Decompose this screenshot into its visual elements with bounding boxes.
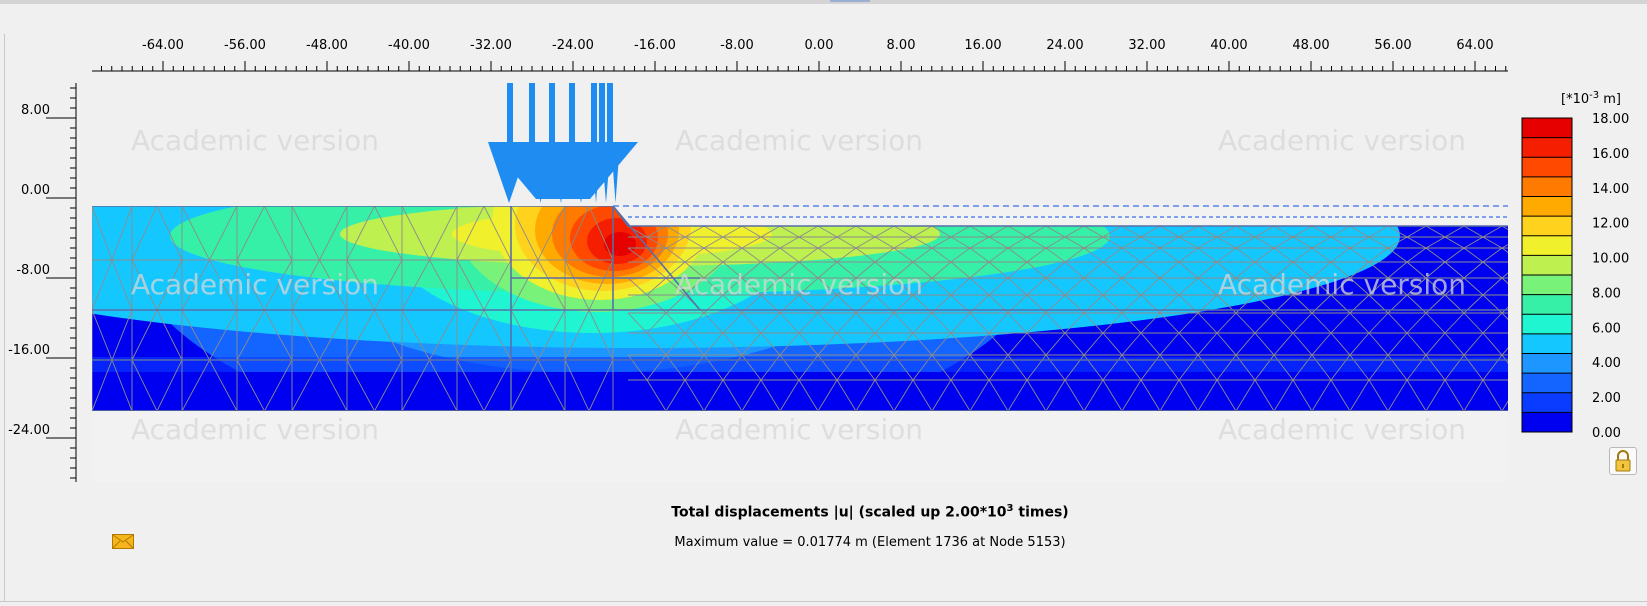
legend-label: 8.00 (1592, 286, 1621, 301)
legend-label: 14.00 (1592, 182, 1629, 197)
x-tick-label: 40.00 (1210, 38, 1247, 53)
watermark-text: Academic version (675, 413, 923, 446)
legend-swatch (1522, 235, 1572, 256)
x-tick-label: -64.00 (142, 38, 184, 53)
legend-swatch (1522, 216, 1572, 237)
x-tick-label: 16.00 (964, 38, 1001, 53)
y-tick-label: -24.00 (8, 423, 50, 438)
x-tick-label: 48.00 (1292, 38, 1329, 53)
load-stem (607, 83, 613, 143)
y-tick-label: 8.00 (21, 103, 50, 118)
load-stem (549, 83, 555, 143)
load-stem (529, 83, 535, 143)
x-tick-label: -16.00 (634, 38, 676, 53)
watermark-text: Academic version (131, 268, 379, 301)
x-tick-label: -40.00 (388, 38, 430, 53)
watermark-text: Academic version (1218, 413, 1466, 446)
legend-swatch (1522, 137, 1572, 158)
color-legend: [*10-3 m] 18.00 16.00 14.00 12.00 10.00 8.00 6… (1521, 90, 1629, 441)
watermark-text: Academic version (131, 413, 379, 446)
legend-swatch (1522, 392, 1572, 413)
legend-swatch (1522, 412, 1572, 433)
maximum-value-text: Maximum value = 0.01774 m (Element 1736 … (674, 535, 1066, 550)
envelope-icon[interactable] (112, 534, 134, 549)
legend-swatch (1522, 118, 1572, 139)
x-tick-label: -56.00 (224, 38, 266, 53)
watermark-text: Academic version (675, 268, 923, 301)
x-tick-label: -8.00 (720, 38, 754, 53)
lock-icon[interactable] (1609, 447, 1637, 475)
load-arrow-head (611, 142, 620, 203)
legend-label: 2.00 (1592, 391, 1621, 406)
legend-label: 18.00 (1592, 112, 1629, 127)
legend-swatch (1522, 353, 1572, 374)
legend-swatch (1522, 294, 1572, 315)
y-axis: 8.00 0.00 -8.00 -16.00 -24.00 (8, 83, 77, 482)
x-axis: -64.00 -56.00 -48.00 -40.00 -32.00 -24.00 -16.… (92, 38, 1508, 72)
legend-swatch (1522, 314, 1572, 335)
x-tick-label: 64.00 (1456, 38, 1493, 53)
plot-title: Total displacements |u| (scaled up 2.00*… (671, 503, 1069, 521)
load-stem (569, 83, 575, 143)
x-tick-label: -32.00 (470, 38, 512, 53)
contour-band (604, 232, 636, 256)
watermark-text: Academic version (1218, 268, 1466, 301)
legend-unit-label: [*10-3 m] (1561, 90, 1621, 107)
load-stem (591, 83, 597, 143)
legend-swatch (1522, 255, 1572, 276)
legend-label: 4.00 (1592, 356, 1621, 371)
x-tick-label: 56.00 (1374, 38, 1411, 53)
load-stem (599, 83, 605, 143)
x-tick-label: 8.00 (887, 38, 916, 53)
legend-label: 12.00 (1592, 217, 1629, 232)
watermark-text: Academic version (1218, 124, 1466, 157)
legend-label: 10.00 (1592, 252, 1629, 267)
contour-band (92, 372, 1508, 411)
legend-swatch (1522, 275, 1572, 296)
legend-swatch (1522, 176, 1572, 197)
distributed-load[interactable] (488, 83, 638, 203)
x-tick-label: 24.00 (1046, 38, 1083, 53)
legend-label: 6.00 (1592, 321, 1621, 336)
x-tick-label: -48.00 (306, 38, 348, 53)
legend-swatch (1522, 157, 1572, 178)
padlock-glyph (1615, 450, 1631, 472)
y-tick-label: 0.00 (21, 183, 50, 198)
x-tick-label: 0.00 (805, 38, 834, 53)
y-tick-label: -8.00 (16, 263, 50, 278)
y-tick-label: -16.00 (8, 343, 50, 358)
excavation-void (613, 206, 1508, 226)
x-tick-label: 32.00 (1128, 38, 1165, 53)
legend-swatch (1522, 373, 1572, 394)
legend-label: 16.00 (1592, 147, 1629, 162)
watermark-text: Academic version (675, 124, 923, 157)
legend-label: 0.00 (1592, 426, 1621, 441)
x-tick-label: -24.00 (552, 38, 594, 53)
legend-swatch (1522, 333, 1572, 354)
watermark-text: Academic version (131, 124, 379, 157)
load-stem (507, 83, 513, 143)
legend-swatch (1522, 196, 1572, 217)
